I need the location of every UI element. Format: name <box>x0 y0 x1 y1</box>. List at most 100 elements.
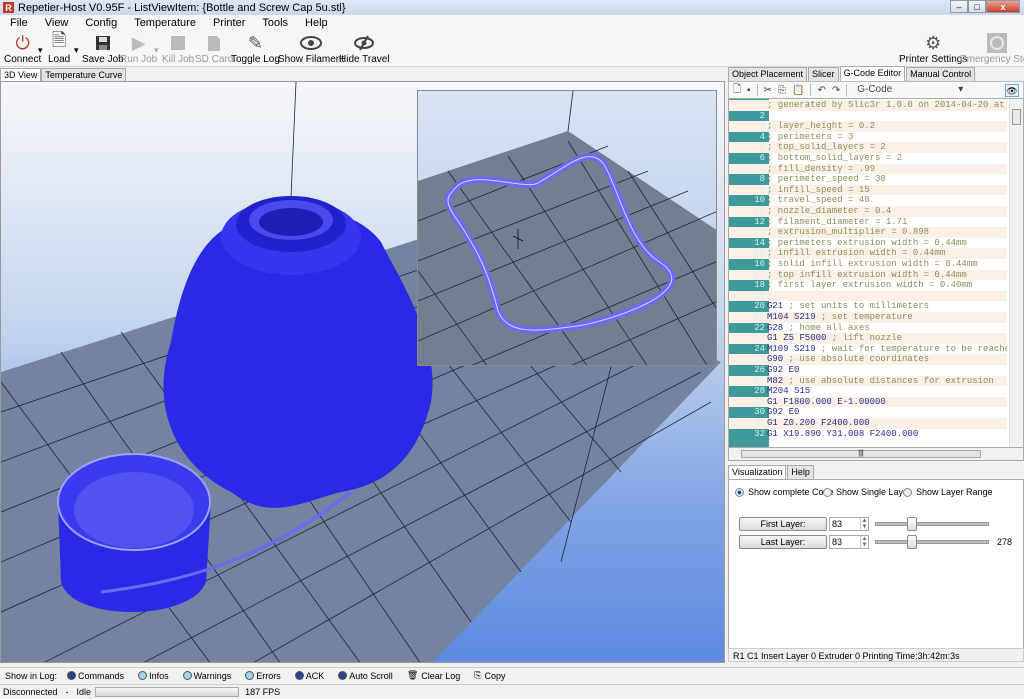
toggle-log-button[interactable]: ✎ Toggle Log <box>231 33 280 66</box>
gcode-line[interactable]: 21 M104 S219 ; set temperature <box>729 312 1007 323</box>
gcode-line[interactable]: 25 G90 ; use absolute coordinates <box>729 354 1007 365</box>
show-in-log-label: Show in Log: <box>5 670 58 681</box>
gcode-line[interactable]: 10; travel_speed = 40 <box>729 195 1007 206</box>
radio-show-layer-range[interactable]: Show Layer Range <box>903 487 993 497</box>
tab-visualization[interactable]: Visualization <box>728 465 787 479</box>
gcode-line[interactable]: 26 G92 E0 <box>729 365 1007 376</box>
new-file-icon[interactable]: 🗋 <box>733 82 741 99</box>
tab-help[interactable]: Help <box>787 465 814 479</box>
gcode-line[interactable]: 3; layer_height = 0.2 <box>729 121 1007 132</box>
emergency-stop-button[interactable]: Emergency Stop <box>960 33 1024 65</box>
gcode-line[interactable]: 1; generated by Slic3r 1.0.0 on 2014-04-… <box>729 100 1007 111</box>
gcode-line[interactable]: 32 G1 X19.890 Y31.008 F2400.000 <box>729 429 1007 440</box>
gcode-line[interactable]: 16; solid infill extrusion width = 0.44m… <box>729 259 1007 270</box>
clear-log-button[interactable]: 🗑 Clear Log <box>407 670 460 681</box>
gcode-line[interactable]: 31 G1 Z0.200 F2400.000 <box>729 418 1007 429</box>
connect-dropdown-icon[interactable]: ▾ <box>38 45 43 56</box>
gcode-line[interactable]: 23 G1 Z5 F5000 ; lift nozzle <box>729 333 1007 344</box>
gcode-line[interactable]: 30 G92 E0 <box>729 407 1007 418</box>
hide-travel-button[interactable]: Hide Travel <box>339 33 390 65</box>
undo-icon[interactable]: ↶ <box>817 85 825 96</box>
last-layer-slider[interactable] <box>875 535 989 549</box>
gcode-line[interactable]: 12; filament_diameter = 1.71 <box>729 217 1007 228</box>
log-filter-infos[interactable]: Infos <box>138 671 169 681</box>
gcode-line[interactable]: 29 G1 F1800.000 E-1.00000 <box>729 396 1007 408</box>
gcode-line[interactable]: 18; first layer extrusion width = 0.40mm <box>729 280 1007 291</box>
load-dropdown-icon[interactable]: ▾ <box>74 45 79 56</box>
last-layer-slider-handle[interactable] <box>907 535 918 549</box>
last-layer-button[interactable]: Last Layer: <box>739 535 827 549</box>
gcode-line[interactable]: 13; extrusion_multiplier = 0.898 <box>729 227 1007 238</box>
log-filter-errors[interactable]: Errors <box>245 671 281 681</box>
3d-viewport[interactable] <box>0 81 725 663</box>
run-job-button[interactable]: ▶ Run Job <box>120 33 157 66</box>
radio-show-single-layer[interactable]: Show Single Layer <box>823 487 911 497</box>
gcode-line[interactable]: 11; nozzle_diameter = 0.4 <box>729 206 1007 217</box>
vertical-scrollbar[interactable] <box>1009 99 1023 447</box>
cut-icon[interactable]: ✂ <box>764 85 772 96</box>
load-button[interactable]: 🗎 Load <box>48 30 70 65</box>
gcode-line[interactable]: 9; infill_speed = 15 <box>729 184 1007 196</box>
last-layer-spinner[interactable]: 83 ▲ ▼ <box>829 535 869 549</box>
gcode-line[interactable]: 27 M82 ; use absolute distances for extru… <box>729 375 1007 387</box>
connect-button[interactable]: ⏻ Connect <box>4 33 41 66</box>
first-layer-slider[interactable] <box>875 517 989 531</box>
log-filter-ack[interactable]: ACK <box>294 671 324 681</box>
gcode-line[interactable]: 2 <box>729 111 1007 122</box>
log-filter-warnings[interactable]: Warnings <box>182 671 231 681</box>
copy-log-button[interactable]: ⎘ Copy <box>474 670 505 681</box>
close-button[interactable]: x <box>986 0 1020 13</box>
gcode-line[interactable]: 4; perimeters = 3 <box>729 132 1007 143</box>
tab-temperature-curve[interactable]: Temperature Curve <box>41 68 127 81</box>
redo-icon[interactable]: ↷ <box>832 85 840 96</box>
gcode-line[interactable]: 5; top_solid_layers = 2 <box>729 142 1007 153</box>
menu-file[interactable]: File <box>0 17 35 29</box>
gcode-line[interactable]: 17; top infill extrusion width = 0.44mm <box>729 269 1007 281</box>
gcode-editor[interactable]: 1; generated by Slic3r 1.0.0 on 2014-04-… <box>728 98 1024 448</box>
gcode-line[interactable]: 6; bottom_solid_layers = 2 <box>729 153 1007 164</box>
tab-manual-control[interactable]: Manual Control <box>906 67 976 81</box>
show-filament-button[interactable]: Show Filament <box>278 33 344 65</box>
log-filter-auto-scroll[interactable]: Auto Scroll <box>338 671 393 681</box>
scroll-thumb[interactable] <box>1012 109 1021 125</box>
gcode-line[interactable]: 19 <box>729 290 1007 302</box>
menu-tools[interactable]: Tools <box>252 17 295 29</box>
horizontal-scrollbar[interactable]: ||| <box>728 448 1024 461</box>
gcode-selector[interactable]: G-Code ▾ <box>853 84 973 97</box>
spinner-arrows-icon[interactable]: ▲ ▼ <box>860 518 868 530</box>
maximize-button[interactable]: □ <box>968 0 986 13</box>
gcode-line[interactable]: 22 G28 ; home all axes <box>729 323 1007 334</box>
hscroll-thumb[interactable]: ||| <box>741 450 981 458</box>
paste-icon[interactable]: 📋 <box>792 85 804 96</box>
menu-temperature[interactable]: Temperature <box>124 17 203 29</box>
sd-card-button[interactable]: SD Card <box>195 33 233 65</box>
save-icon[interactable]: ▪ <box>747 85 751 96</box>
printer-settings-button[interactable]: ⚙ Printer Settings <box>899 33 967 66</box>
first-layer-button[interactable]: First Layer: <box>739 517 827 531</box>
gcode-line[interactable]: 8; perimeter_speed = 30 <box>729 174 1007 185</box>
first-layer-slider-handle[interactable] <box>907 517 918 531</box>
log-filter-commands[interactable]: Commands <box>67 671 124 681</box>
gcode-line[interactable]: 20 G21 ; set units to millimeters <box>729 301 1007 312</box>
tab-slicer[interactable]: Slicer <box>808 67 839 81</box>
save-job-button[interactable]: Save Job <box>82 33 124 65</box>
tab-3d-view[interactable]: 3D View <box>0 68 42 81</box>
gcode-line[interactable]: 15; infill extrusion width = 0.44mm <box>729 248 1007 259</box>
gcode-line[interactable]: 28 M204 S15 <box>729 386 1007 397</box>
gcode-line[interactable]: 14; perimeters extrusion width = 0.44mm <box>729 238 1007 249</box>
menu-config[interactable]: Config <box>75 17 124 29</box>
tab-object-placement[interactable]: Object Placement <box>728 67 808 81</box>
preview-eye-button[interactable]: 👁 <box>1005 83 1019 97</box>
copy-icon[interactable]: ⎘ <box>778 85 786 96</box>
run-job-dropdown-icon[interactable]: ▾ <box>154 45 159 56</box>
first-layer-spinner[interactable]: 83 ▲ ▼ <box>829 517 869 531</box>
gcode-line[interactable]: 24 M109 S219 ; wait for temperature to be… <box>729 344 1007 355</box>
gcode-line[interactable]: 7; fill_density = .99 <box>729 163 1007 175</box>
radio-show-complete-code[interactable]: Show complete Code <box>735 487 834 497</box>
minimize-button[interactable]: – <box>950 0 968 13</box>
menu-printer[interactable]: Printer <box>203 17 252 29</box>
tab-gcode-editor[interactable]: G-Code Editor <box>839 66 906 81</box>
spinner-arrows-icon[interactable]: ▲ ▼ <box>860 536 868 548</box>
kill-job-button[interactable]: Kill Job <box>162 33 194 65</box>
menu-help[interactable]: Help <box>295 17 335 29</box>
